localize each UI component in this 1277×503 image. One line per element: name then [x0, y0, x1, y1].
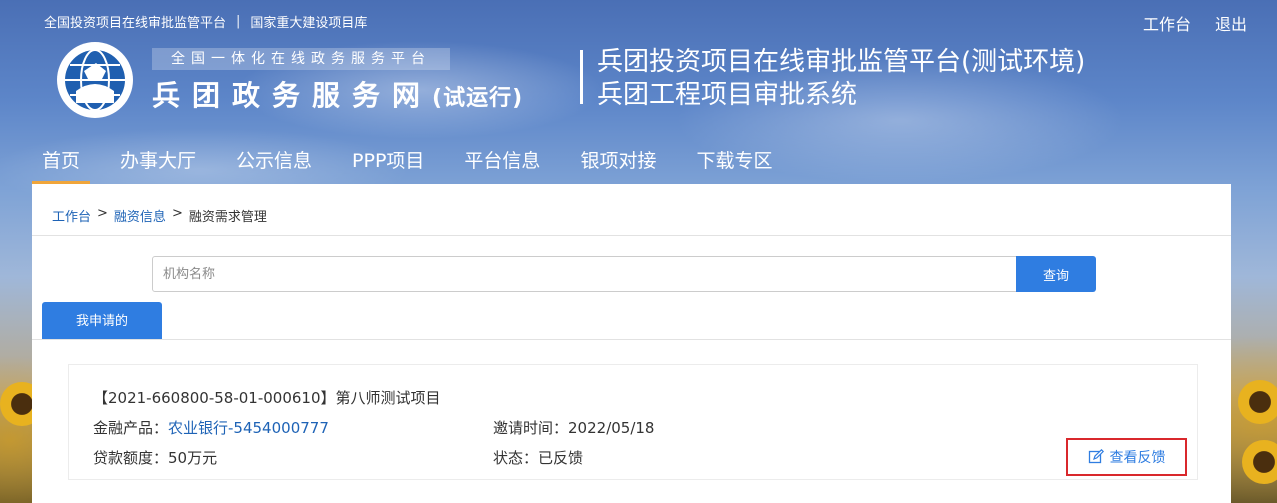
top-link-major-projects[interactable]: 国家重大建设项目库	[250, 12, 367, 31]
main-panel: 工作台 > 融资信息 > 融资需求管理 查询 我申请的 【2021-660800…	[32, 184, 1231, 503]
globe-logo-icon	[57, 42, 133, 118]
breadcrumb: 工作台 > 融资信息 > 融资需求管理	[52, 206, 267, 225]
breadcrumb-workbench[interactable]: 工作台	[52, 206, 91, 225]
breadcrumb-separator: >	[97, 206, 108, 221]
status-label: 状态：	[493, 449, 539, 467]
amount-field: 贷款额度：50万元	[93, 447, 217, 468]
workbench-link[interactable]: 工作台	[1143, 11, 1191, 35]
view-feedback-label: 查看反馈	[1109, 450, 1166, 466]
institution-search-input[interactable]	[152, 256, 1018, 292]
tab-my-applications[interactable]: 我申请的	[42, 302, 162, 340]
invite-time-field: 邀请时间：2022/05/18	[493, 417, 654, 438]
invite-time-label: 邀请时间：	[493, 419, 569, 437]
system-title-line2: 兵团工程项目审批系统	[597, 80, 858, 110]
system-title: 兵团投资项目在线审批监管平台(测试环境) 兵团工程项目审批系统	[597, 46, 1085, 112]
sunflower-decoration	[1238, 380, 1277, 424]
financing-request-card: 【2021-660800-58-01-000610】第八师测试项目 金融产品：农…	[68, 364, 1198, 480]
logout-link[interactable]: 退出	[1215, 11, 1247, 35]
top-links: 全国投资项目在线审批监管平台 | 国家重大建设项目库	[44, 12, 367, 31]
system-title-line1: 兵团投资项目在线审批监管平台(测试环境)	[597, 47, 1086, 77]
breadcrumb-financing-info[interactable]: 融资信息	[114, 206, 166, 225]
nav-item-downloads[interactable]: 下载专区	[686, 140, 782, 184]
main-nav: 首页 办事大厅 公示信息 PPP项目 平台信息 银项对接 下载专区	[32, 140, 802, 184]
breadcrumb-separator: >	[171, 206, 183, 221]
product-field: 金融产品：农业银行-5454000777	[93, 417, 329, 438]
tab-divider	[32, 339, 1231, 340]
nav-item-platform-info[interactable]: 平台信息	[454, 140, 550, 184]
site-name-suffix: (试运行)	[432, 86, 524, 111]
globe-logo-graphic	[65, 49, 125, 111]
project-title: 【2021-660800-58-01-000610】第八师测试项目	[93, 389, 441, 407]
platform-slogan: 全国一体化在线政务服务平台	[152, 48, 450, 70]
product-label: 金融产品：	[93, 419, 169, 437]
amount-label: 贷款额度：	[93, 449, 169, 467]
nav-item-home[interactable]: 首页	[32, 140, 91, 184]
status-field: 状态：已反馈	[493, 447, 583, 468]
top-right-actions: 工作台 退出	[1143, 11, 1247, 35]
top-strip: 全国投资项目在线审批监管平台 | 国家重大建设项目库 工作台 退出	[0, 0, 1277, 42]
breadcrumb-divider	[32, 235, 1231, 236]
nav-item-public-info[interactable]: 公示信息	[226, 140, 322, 184]
site-name: 兵团政务服务网(试运行)	[152, 74, 523, 114]
view-feedback-button[interactable]: 查看反馈	[1066, 438, 1187, 476]
breadcrumb-current: 融资需求管理	[188, 210, 267, 225]
nav-item-service-hall[interactable]: 办事大厅	[110, 140, 206, 184]
amount-value: 50万元	[168, 449, 218, 467]
nav-item-ppp[interactable]: PPP项目	[342, 140, 434, 184]
header-divider	[580, 50, 583, 104]
search-button[interactable]: 查询	[1016, 256, 1096, 292]
status-value: 已反馈	[538, 449, 584, 467]
top-link-investment-platform[interactable]: 全国投资项目在线审批监管平台	[44, 12, 226, 31]
product-link[interactable]: 农业银行-5454000777	[168, 419, 329, 437]
site-name-text: 兵团政务服务网	[152, 79, 433, 112]
invite-time-value: 2022/05/18	[568, 419, 655, 437]
edit-icon	[1088, 449, 1104, 464]
nav-item-bank-project[interactable]: 银项对接	[570, 140, 666, 184]
top-link-separator: |	[236, 14, 241, 29]
